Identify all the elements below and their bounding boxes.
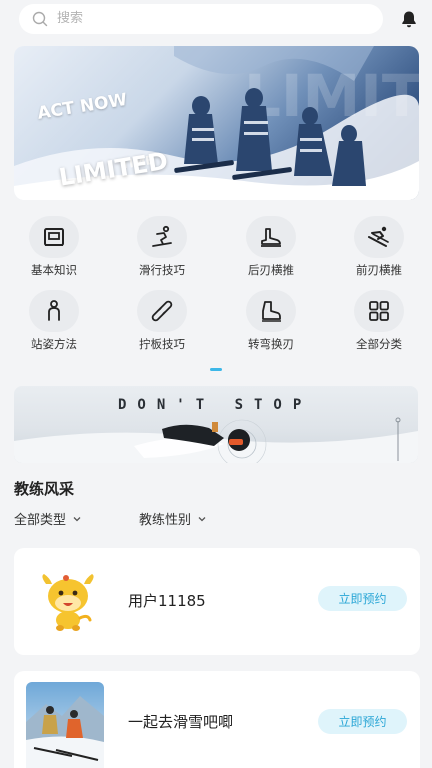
search-input[interactable]: 搜索 [19,4,383,34]
search-bar: 搜索 [0,0,432,38]
banner-pagination [14,187,419,192]
cartoon-cow-avatar [42,574,94,631]
chevron-down-icon [73,516,81,521]
chevron-down-icon [198,516,206,521]
promo-text: DON'T STOP [118,397,313,413]
category-label: 前刃横推 [356,263,402,277]
category-label: 站姿方法 [31,337,77,351]
promo-banner[interactable]: DON'T STOP [14,386,418,463]
app-page: 搜索 LIMITED [0,0,432,768]
search-icon [32,11,48,27]
coach-card[interactable]: 一起去滑雪吧唧 立即预约 [14,671,420,768]
category-label: 全部分类 [356,337,402,351]
category-label: 滑行技巧 [139,263,185,277]
banner-dot [214,187,219,192]
book-now-button[interactable]: 立即预约 [318,586,407,611]
category-page-indicator [210,368,222,371]
svg-text:LIMITED: LIMITED [244,62,419,130]
filter-type-dropdown[interactable]: 全部类型 [14,509,82,528]
category-basics[interactable]: 基本知识 [4,216,104,278]
hero-banner[interactable]: LIMITED ACT NOW [14,46,419,200]
category-toe-edge[interactable]: 前刃横推 [329,216,429,278]
category-label: 后刃横推 [248,263,294,277]
category-turn-edge[interactable]: 转弯换刃 [221,290,321,352]
category-stance[interactable]: 站姿方法 [4,290,104,352]
coach-name: 一起去滑雪吧唧 [128,713,234,731]
coach-name: 用户11185 [128,592,206,610]
boot-binding-icon [246,216,296,258]
category-label: 拧板技巧 [139,337,185,351]
category-all[interactable]: 全部分类 [329,290,429,352]
category-label: 转弯换刃 [248,337,294,351]
bell-icon[interactable] [399,9,419,29]
category-board-twist[interactable]: 拧板技巧 [112,290,212,352]
skiers-photo-avatar [26,682,104,768]
book-now-button[interactable]: 立即预约 [318,709,407,734]
filter-type-label: 全部类型 [14,513,67,528]
grid-icon [354,290,404,332]
book-icon [29,216,79,258]
coach-card[interactable]: 用户11185 立即预约 [14,548,420,655]
boot-icon [246,290,296,332]
category-label: 基本知识 [31,263,77,277]
person-icon [29,290,79,332]
filter-gender-dropdown[interactable]: 教练性别 [139,509,207,528]
filter-gender-label: 教练性别 [139,513,192,528]
search-placeholder: 搜索 [57,11,84,26]
category-gliding[interactable]: 滑行技巧 [112,216,212,278]
section-title: 教练风采 [14,480,75,498]
category-heel-edge[interactable]: 后刃横推 [221,216,321,278]
skier-icon [137,216,187,258]
ski-jump-icon [354,216,404,258]
snowboard-icon [137,290,187,332]
